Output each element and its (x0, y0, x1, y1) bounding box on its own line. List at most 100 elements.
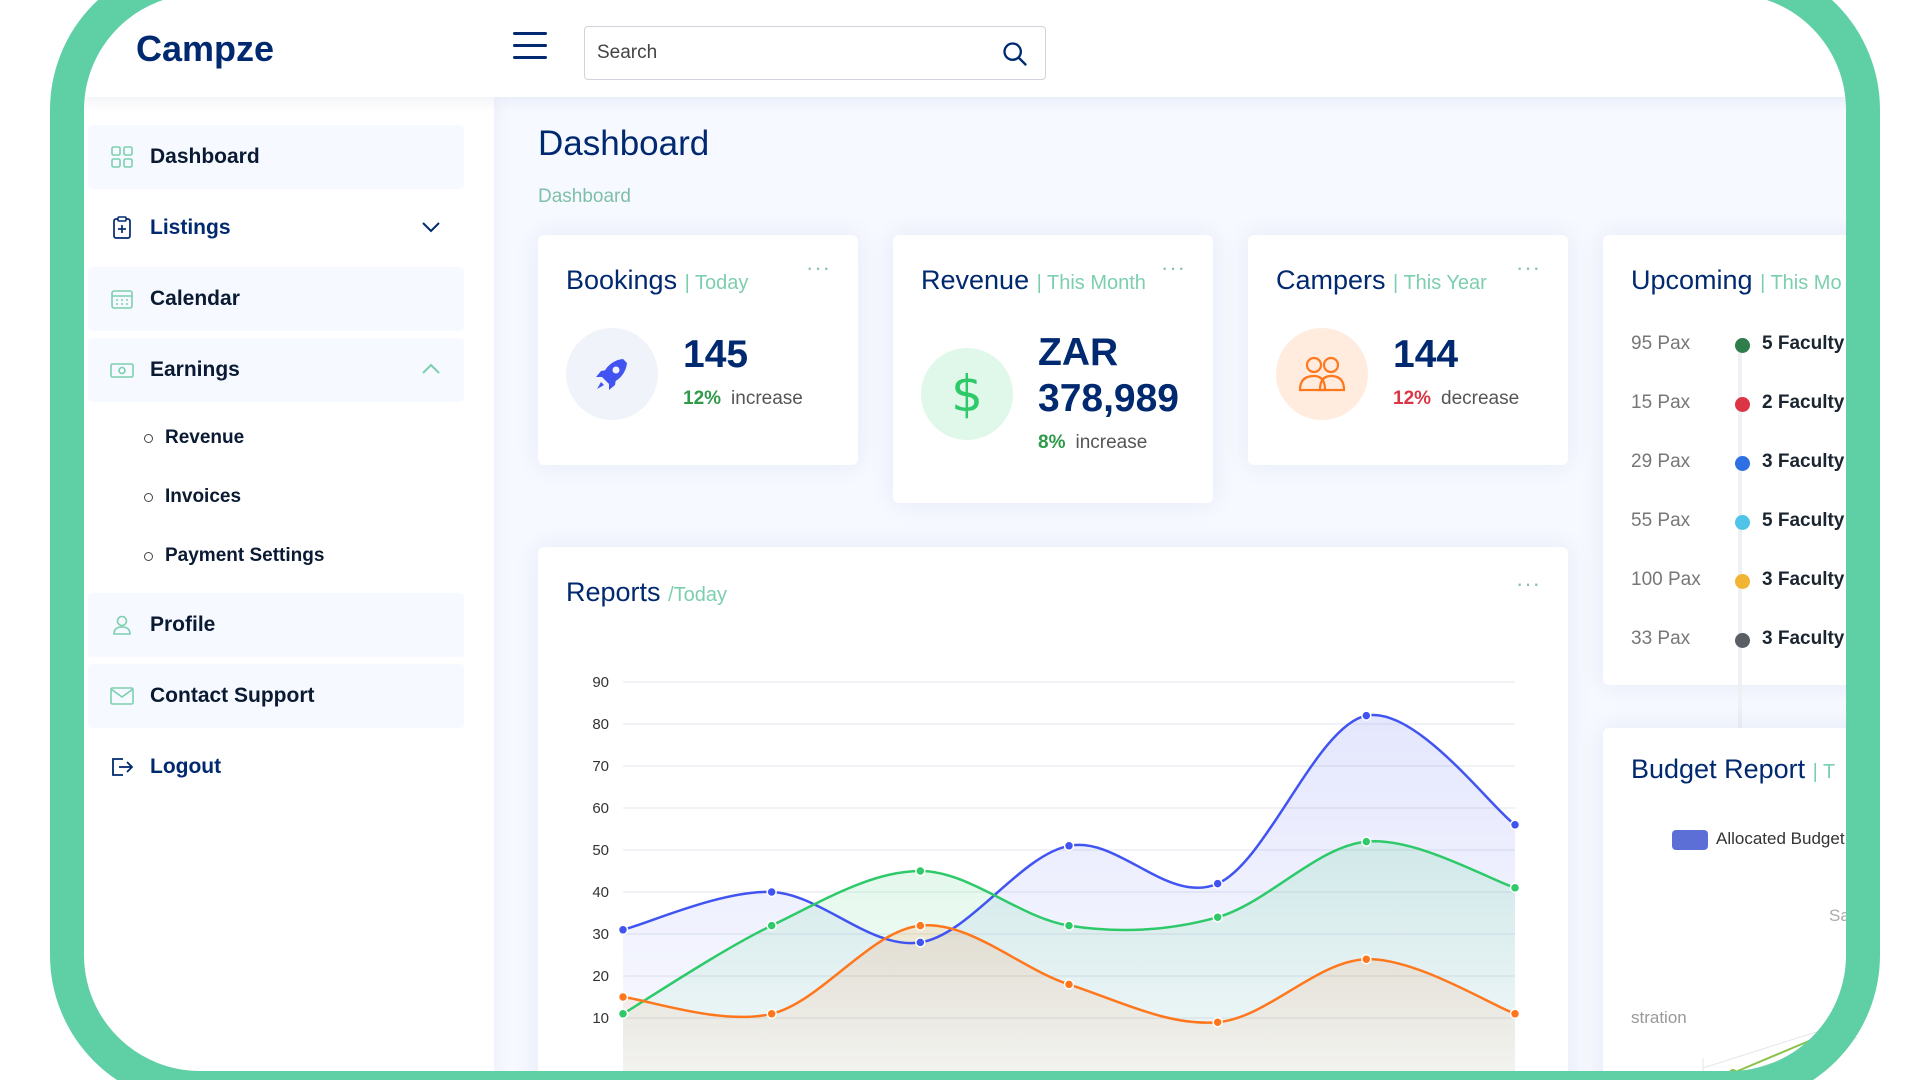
card-title: Revenue | This Month (921, 265, 1146, 296)
card-period: | T (1812, 761, 1836, 783)
search-icon[interactable] (1001, 40, 1029, 68)
sidebar-item-dashboard[interactable]: Dashboard (88, 125, 464, 189)
card-title-text: Revenue (921, 265, 1030, 295)
search-bar (584, 26, 1046, 80)
card-title: Campers | This Year (1276, 265, 1487, 296)
app-logo[interactable]: Campze (136, 28, 274, 70)
data-point (915, 937, 926, 948)
screenshot-frame: Campze Dashboard (0, 0, 1920, 1080)
revenue-change: 8% increase (1038, 432, 1147, 454)
legend-swatch-allocated[interactable] (1672, 830, 1708, 850)
data-point (766, 1008, 777, 1020)
card-title: Upcoming | This Mo (1631, 265, 1842, 296)
card-period: | This Month (1036, 272, 1146, 294)
status-dot-icon (1735, 574, 1750, 589)
upcoming-label: 5 Faculty (1762, 333, 1845, 354)
data-point (617, 1008, 629, 1020)
chevron-down-icon[interactable] (420, 216, 442, 238)
card-title-text: Bookings (566, 265, 678, 295)
sidebar-item-label: Dashboard (150, 145, 260, 168)
y-tick-label: 50 (592, 842, 609, 859)
status-dot-icon (1735, 456, 1750, 471)
sidebar-item-contact-support[interactable]: Contact Support (88, 664, 464, 728)
change-word: decrease (1441, 388, 1520, 409)
status-dot-icon (1735, 338, 1750, 353)
campers-card: Campers | This Year ··· 144 12% decrease (1248, 235, 1568, 465)
sidebar-subitem-invoices[interactable]: Invoices (144, 486, 241, 508)
radar-chart (1702, 1018, 1858, 1080)
sidebar-subitem-payment-settings[interactable]: Payment Settings (144, 545, 324, 567)
more-options-icon[interactable]: ··· (1516, 257, 1541, 279)
sidebar-item-label: Contact Support (150, 684, 315, 707)
hamburger-menu-icon[interactable] (513, 32, 547, 62)
calendar-icon (110, 287, 134, 311)
sidebar-item-label: Profile (150, 613, 216, 636)
bookings-card: Bookings | Today ··· 145 12% increase (538, 235, 858, 465)
data-point (617, 991, 629, 1003)
sidebar-item-profile[interactable]: Profile (88, 593, 464, 657)
data-point (1509, 882, 1521, 894)
more-options-icon[interactable]: ··· (1161, 257, 1186, 279)
radar-axis-label: Sa (1829, 906, 1850, 925)
change-percent: 12% (683, 388, 722, 409)
upcoming-pax: 55 Pax (1631, 510, 1691, 531)
sidebar-item-earnings[interactable]: Earnings (88, 338, 464, 402)
person-icon (110, 613, 134, 637)
upcoming-pax: 95 Pax (1631, 333, 1691, 354)
data-point (1509, 819, 1521, 831)
campers-value: 144 (1393, 333, 1459, 376)
sidebar-item-label: Calendar (150, 287, 240, 310)
data-point (1361, 836, 1372, 847)
sidebar-subitem-revenue[interactable]: Revenue (144, 427, 244, 449)
bookings-change: 12% increase (683, 388, 803, 410)
data-point (1063, 840, 1075, 852)
card-title: Budget Report | T (1631, 754, 1835, 785)
upcoming-card: Upcoming | This Mo 95 Pax 5 Faculty 15 Pax… (1603, 235, 1858, 901)
upcoming-pax: 29 Pax (1631, 451, 1691, 472)
data-point (1063, 979, 1075, 990)
more-options-icon[interactable]: ··· (806, 257, 831, 279)
sidebar-item-calendar[interactable]: Calendar (88, 267, 464, 331)
data-point (1212, 911, 1223, 923)
y-tick-label: 40 (592, 884, 609, 901)
people-icon (1276, 328, 1368, 420)
data-point (1212, 878, 1223, 889)
reports-chart: 10 20 30 40 50 60 70 80 90 (592, 674, 1521, 1080)
upcoming-label: 3 Faculty (1762, 451, 1845, 472)
data-point (1212, 1016, 1223, 1028)
page-title: Dashboard (538, 124, 710, 163)
sidebar-subitem-label: Payment Settings (165, 545, 325, 566)
radar-point (1729, 1069, 1737, 1077)
sidebar-item-label: Logout (150, 755, 222, 778)
data-point (766, 920, 777, 931)
search-input[interactable] (597, 37, 977, 69)
upcoming-label: 3 Faculty (1762, 569, 1845, 590)
y-tick-label: 80 (592, 716, 609, 733)
data-point (766, 886, 777, 898)
data-point (1361, 953, 1372, 965)
upcoming-pax: 33 Pax (1631, 628, 1691, 649)
upcoming-label: 2 Faculty (1762, 392, 1845, 413)
y-tick-label: 20 (592, 968, 609, 985)
circle-icon (144, 551, 153, 561)
y-tick-label: 10 (592, 1010, 609, 1027)
sidebar: Dashboard Listings Calendar Earnings Rev… (78, 97, 494, 1080)
grid-icon (110, 145, 134, 169)
revenue-value: 378,989 (1038, 377, 1179, 420)
card-title-text: Upcoming (1631, 265, 1753, 295)
sidebar-item-listings[interactable]: Listings (88, 196, 464, 260)
sidebar-item-logout[interactable]: Logout (88, 735, 464, 799)
breadcrumb[interactable]: Dashboard (538, 186, 631, 208)
status-dot-icon (1735, 397, 1750, 412)
revenue-card: Revenue | This Month ··· $ ZAR 378,989 8… (893, 235, 1213, 503)
y-tick-label: 90 (592, 674, 609, 691)
top-header: Campze (78, 0, 1858, 97)
revenue-currency: ZAR (1038, 331, 1119, 374)
y-tick-label: 70 (592, 758, 609, 775)
data-point (915, 865, 926, 877)
chevron-up-icon[interactable] (420, 358, 442, 380)
data-point (1509, 1008, 1521, 1020)
data-point (617, 924, 629, 936)
change-word: increase (731, 388, 803, 409)
app-window: Campze Dashboard (78, 0, 1858, 1080)
